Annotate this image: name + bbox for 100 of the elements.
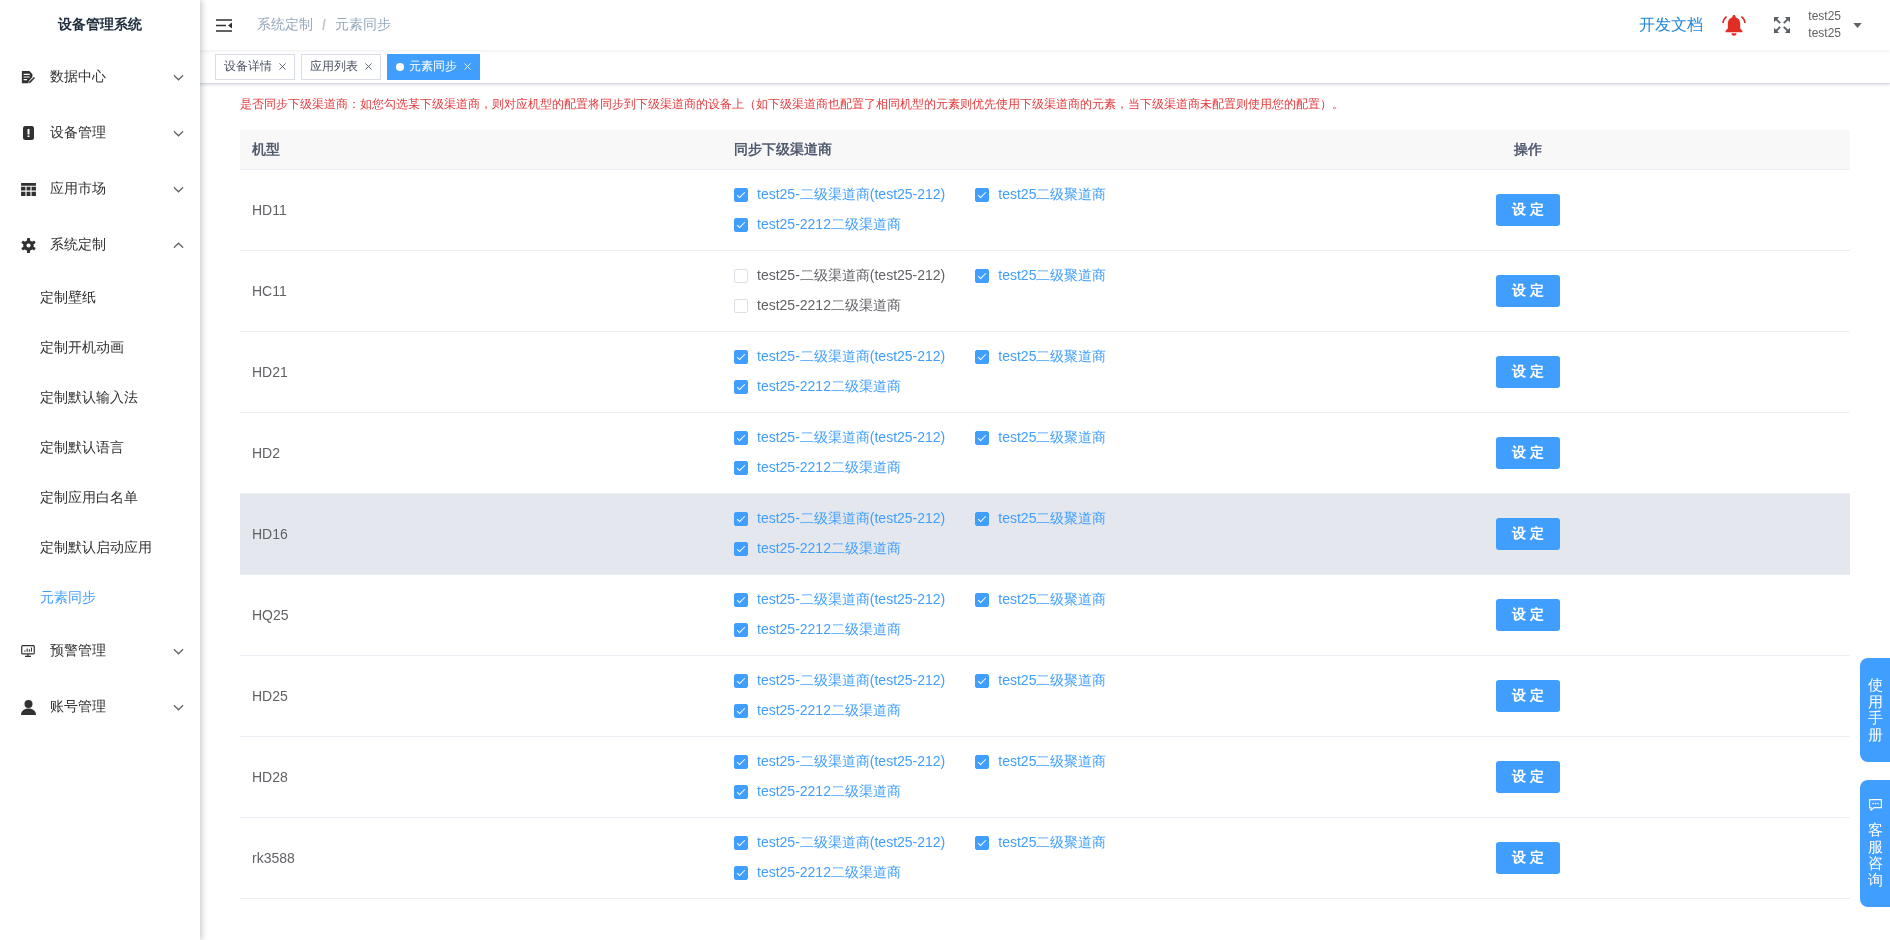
- checkbox[interactable]: [975, 512, 990, 526]
- user-name[interactable]: test25: [1808, 8, 1841, 25]
- user-account[interactable]: test25: [1808, 25, 1841, 42]
- checkbox[interactable]: [975, 269, 990, 283]
- close-icon[interactable]: [365, 63, 372, 70]
- channel-label[interactable]: test25-2212二级渠道商: [757, 621, 901, 639]
- checkbox[interactable]: [975, 593, 990, 607]
- checkbox[interactable]: [975, 431, 990, 445]
- channel-label[interactable]: test25二级聚道商: [998, 834, 1107, 852]
- set-button[interactable]: 设定: [1495, 599, 1560, 631]
- channel-label[interactable]: test25二级聚道商: [998, 186, 1107, 204]
- menu-item[interactable]: 预警管理: [0, 623, 200, 679]
- model-cell: HD11: [252, 202, 287, 218]
- channel-label[interactable]: test25-2212二级渠道商: [757, 864, 901, 882]
- close-icon[interactable]: [279, 63, 286, 70]
- grid-icon: [20, 182, 36, 196]
- submenu-item[interactable]: 元素同步: [0, 573, 200, 623]
- tab[interactable]: 应用列表: [301, 53, 381, 80]
- settings-icon: [20, 237, 36, 253]
- tab[interactable]: 元素同步: [387, 53, 480, 80]
- set-button[interactable]: 设定: [1495, 680, 1560, 712]
- channel-label[interactable]: test25二级聚道商: [998, 267, 1107, 285]
- channel-label[interactable]: test25二级聚道商: [998, 429, 1107, 447]
- channel-label[interactable]: test25-二级渠道商(test25-212): [757, 429, 946, 447]
- menu-icon[interactable]: [216, 18, 232, 32]
- set-button[interactable]: 设定: [1495, 194, 1560, 226]
- channel-label[interactable]: test25二级聚道商: [998, 510, 1107, 528]
- docs-link[interactable]: 开发文档: [1639, 14, 1704, 36]
- channel-label[interactable]: test25-2212二级渠道商: [757, 540, 901, 558]
- checkbox[interactable]: [975, 836, 990, 850]
- channel-label[interactable]: test25-二级渠道商(test25-212): [757, 510, 946, 528]
- support-button[interactable]: 客服咨询: [1860, 780, 1890, 907]
- set-button[interactable]: 设定: [1495, 518, 1560, 550]
- checkbox[interactable]: [734, 512, 748, 526]
- channel-label[interactable]: test25二级聚道商: [998, 672, 1107, 690]
- channel-label[interactable]: test25-2212二级渠道商: [757, 459, 901, 477]
- submenu-item[interactable]: 定制壁纸: [0, 273, 200, 323]
- model-cell: HD21: [252, 364, 288, 380]
- checkbox[interactable]: [975, 755, 990, 769]
- caret-down-icon[interactable]: [1853, 22, 1862, 28]
- monitor-chart-icon: [21, 645, 35, 657]
- channel-label[interactable]: test25-二级渠道商(test25-212): [757, 591, 946, 609]
- checkbox[interactable]: [734, 542, 748, 556]
- menu-item[interactable]: 应用市场: [0, 161, 200, 217]
- checkbox[interactable]: [734, 755, 748, 769]
- submenu-item[interactable]: 定制默认启动应用: [0, 523, 200, 573]
- set-button[interactable]: 设定: [1495, 356, 1560, 388]
- set-button[interactable]: 设定: [1495, 275, 1560, 307]
- channel-label[interactable]: test25-二级渠道商(test25-212): [757, 834, 946, 852]
- checkbox[interactable]: [734, 785, 748, 799]
- checkbox[interactable]: [734, 431, 748, 445]
- channel-label[interactable]: test25-二级渠道商(test25-212): [757, 186, 946, 204]
- checkbox[interactable]: [734, 461, 748, 475]
- set-button[interactable]: 设定: [1495, 842, 1560, 874]
- channel-label[interactable]: test25二级聚道商: [998, 753, 1107, 771]
- submenu-item[interactable]: 定制应用白名单: [0, 473, 200, 523]
- checkbox[interactable]: [734, 623, 748, 637]
- channel-label[interactable]: test25-二级渠道商(test25-212): [757, 267, 946, 285]
- set-button[interactable]: 设定: [1495, 437, 1560, 469]
- user-icon: [20, 699, 36, 715]
- document-icon: [21, 70, 35, 84]
- channel-label[interactable]: test25二级聚道商: [998, 591, 1107, 609]
- channel-label[interactable]: test25-二级渠道商(test25-212): [757, 348, 946, 366]
- set-button[interactable]: 设定: [1495, 761, 1560, 793]
- channel-label[interactable]: test25-2212二级渠道商: [757, 297, 901, 315]
- submenu-item[interactable]: 定制默认语言: [0, 423, 200, 473]
- checkbox[interactable]: [734, 866, 748, 880]
- menu-item[interactable]: 设备管理: [0, 105, 200, 161]
- checkbox[interactable]: [734, 380, 748, 394]
- menu-item[interactable]: 账号管理: [0, 679, 200, 735]
- checkbox[interactable]: [734, 218, 748, 232]
- checkbox[interactable]: [734, 674, 748, 688]
- menu-item[interactable]: 数据中心: [0, 49, 200, 105]
- app-title: 设备管理系统: [58, 15, 142, 34]
- submenu-item[interactable]: 定制默认输入法: [0, 373, 200, 423]
- channel-label[interactable]: test25-2212二级渠道商: [757, 378, 901, 396]
- fullscreen-icon[interactable]: [1774, 17, 1791, 33]
- checkbox[interactable]: [734, 593, 748, 607]
- checkbox[interactable]: [734, 188, 748, 202]
- channel-label[interactable]: test25-2212二级渠道商: [757, 702, 901, 720]
- channel-label[interactable]: test25-二级渠道商(test25-212): [757, 753, 946, 771]
- checkbox[interactable]: [975, 350, 990, 364]
- checkbox[interactable]: [734, 836, 748, 850]
- breadcrumb-link[interactable]: 系统定制: [257, 16, 313, 34]
- tab[interactable]: 设备详情: [215, 53, 295, 80]
- channel-label[interactable]: test25-2212二级渠道商: [757, 216, 901, 234]
- menu-item[interactable]: 系统定制: [0, 217, 200, 273]
- checkbox[interactable]: [975, 674, 990, 688]
- channel-label[interactable]: test25二级聚道商: [998, 348, 1107, 366]
- model-cell: HD25: [252, 688, 288, 704]
- manual-button[interactable]: 使用手册: [1860, 658, 1890, 762]
- model-cell: HD16: [252, 526, 288, 542]
- model-cell: rk3588: [252, 850, 295, 866]
- submenu-item[interactable]: 定制开机动画: [0, 323, 200, 373]
- bell-icon[interactable]: [1722, 14, 1747, 36]
- checkbox[interactable]: [734, 350, 748, 364]
- checkbox[interactable]: [975, 188, 990, 202]
- checkbox[interactable]: [734, 704, 748, 718]
- channel-label[interactable]: test25-2212二级渠道商: [757, 783, 901, 801]
- channel-label[interactable]: test25-二级渠道商(test25-212): [757, 672, 946, 690]
